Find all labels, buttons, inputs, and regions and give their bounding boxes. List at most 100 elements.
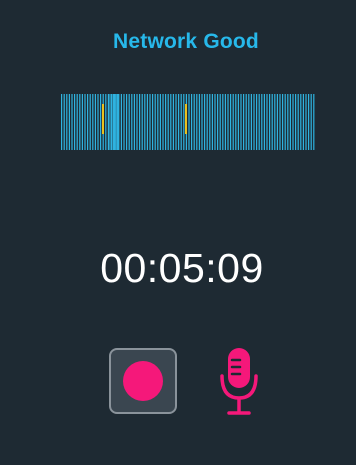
waveform-bar	[308, 94, 310, 150]
waveform-bar	[100, 94, 102, 150]
waveform-bar	[287, 94, 289, 150]
waveform-bar	[97, 94, 99, 150]
waveform-bar	[261, 94, 263, 150]
waveform-bar	[206, 94, 208, 150]
waveform-bar	[295, 94, 297, 150]
waveform-bar	[92, 94, 94, 150]
waveform-bar	[313, 94, 315, 150]
waveform-bar	[271, 94, 273, 150]
waveform-bar	[167, 94, 169, 150]
waveform-bar	[117, 94, 119, 150]
waveform-bar	[250, 94, 252, 150]
waveform-bar	[81, 94, 83, 150]
waveform-bar	[105, 94, 107, 150]
waveform-bar	[219, 94, 221, 150]
waveform-bar	[128, 94, 130, 150]
waveform-bar	[84, 94, 86, 150]
waveform-bar	[289, 94, 291, 150]
waveform-marker	[102, 104, 104, 134]
microphone-icon	[220, 348, 258, 415]
waveform-bar	[66, 94, 68, 150]
waveform-bar	[154, 94, 156, 150]
waveform-bar	[258, 94, 260, 150]
waveform-bar	[243, 94, 245, 150]
waveform-bar	[227, 94, 229, 150]
waveform-bar	[235, 94, 237, 150]
audio-waveform	[0, 90, 356, 154]
waveform-bar	[274, 94, 276, 150]
waveform-bar	[136, 94, 138, 150]
waveform-bar	[211, 94, 213, 150]
waveform-bar	[279, 94, 281, 150]
waveform-bar	[120, 94, 122, 150]
waveform-bar	[198, 94, 200, 150]
waveform-bar	[61, 94, 63, 150]
waveform-bar	[139, 94, 141, 150]
waveform-bar	[245, 94, 247, 150]
network-status: Network Good	[113, 30, 259, 53]
waveform-bar	[157, 94, 159, 150]
waveform-bar	[170, 94, 172, 150]
waveform-bar	[183, 94, 185, 150]
waveform-bar	[126, 94, 128, 150]
waveform-bar	[76, 94, 78, 150]
waveform-bar	[193, 94, 195, 150]
waveform-bar	[172, 94, 174, 150]
waveform-bar	[224, 94, 226, 150]
waveform-bar	[108, 94, 110, 150]
waveform-bar	[276, 94, 278, 150]
waveform-bar	[159, 94, 161, 150]
waveform-bar	[266, 94, 268, 150]
record-icon	[123, 361, 163, 401]
waveform-bar	[123, 94, 125, 150]
waveform-bar	[165, 94, 167, 150]
waveform-bar	[71, 94, 73, 150]
waveform-bar	[94, 94, 96, 150]
waveform-marker	[185, 104, 187, 134]
waveform-bar	[175, 94, 177, 150]
waveform-bar	[162, 94, 164, 150]
waveform-bar	[248, 94, 250, 150]
waveform-bar	[256, 94, 258, 150]
waveform-bar	[180, 94, 182, 150]
waveform-bar	[87, 94, 89, 150]
waveform-bar	[240, 94, 242, 150]
waveform-bar	[292, 94, 294, 150]
waveform-bar	[282, 94, 284, 150]
waveform-bar	[204, 94, 206, 150]
waveform-bar	[74, 94, 76, 150]
waveform-bar	[152, 94, 154, 150]
waveform-bar	[188, 94, 190, 150]
waveform-bar	[114, 94, 116, 150]
waveform-bar	[68, 94, 70, 150]
waveform-bar	[300, 94, 302, 150]
waveform-bar	[214, 94, 216, 150]
waveform-bar	[201, 94, 203, 150]
waveform-bar	[305, 94, 307, 150]
waveform-bar	[297, 94, 299, 150]
record-button[interactable]	[109, 348, 177, 414]
waveform-bar	[115, 94, 117, 150]
waveform-bar	[209, 94, 211, 150]
waveform-bar	[237, 94, 239, 150]
waveform-bar	[253, 94, 255, 150]
waveform-bar	[149, 94, 151, 150]
waveform-bar	[144, 94, 146, 150]
waveform-bar	[191, 94, 193, 150]
waveform-bar	[232, 94, 234, 150]
recorder-panel: Network Good 00:05:09	[0, 0, 356, 465]
waveform-bar	[196, 94, 198, 150]
waveform-bar	[263, 94, 265, 150]
microphone-button[interactable]	[218, 346, 262, 418]
waveform-bar	[178, 94, 180, 150]
waveform-bar	[284, 94, 286, 150]
waveform-bar	[63, 94, 65, 150]
waveform-bar	[302, 94, 304, 150]
waveform-graphic	[61, 94, 315, 150]
waveform-bar	[131, 94, 133, 150]
waveform-bar	[310, 94, 312, 150]
waveform-bar	[89, 94, 91, 150]
elapsed-timer: 00:05:09	[100, 245, 264, 291]
waveform-bar	[141, 94, 143, 150]
waveform-bar	[79, 94, 81, 150]
